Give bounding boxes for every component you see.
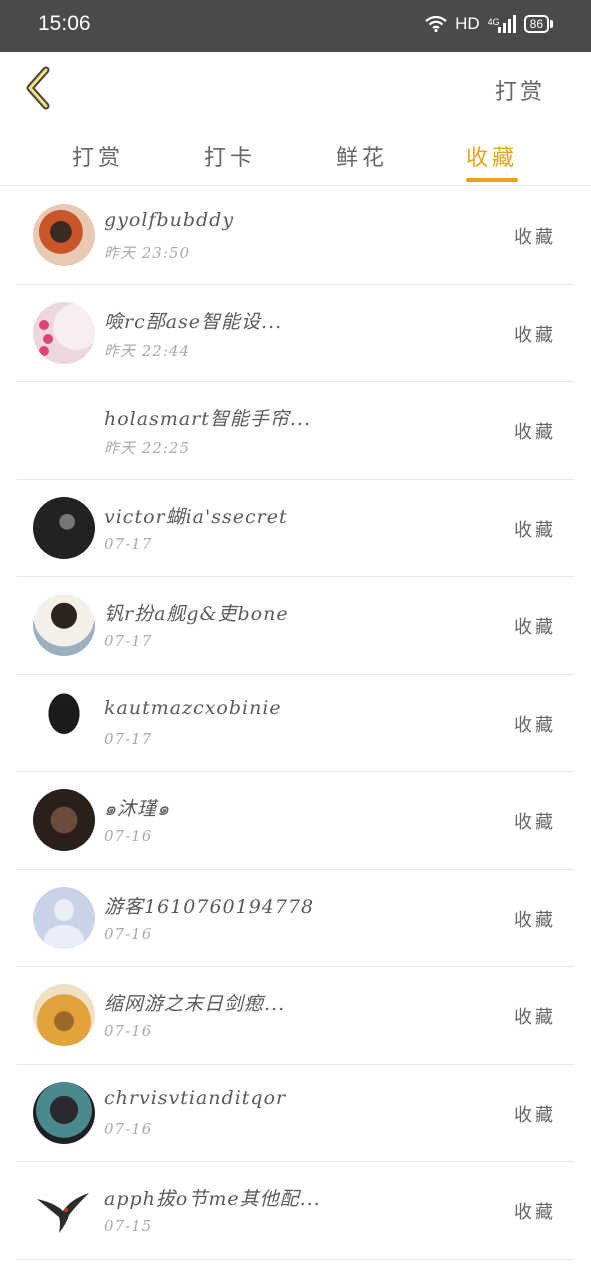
- user-name: 缩网游之末日剑瘛...: [104, 993, 286, 1015]
- timestamp: 昨天 22:25: [104, 439, 190, 457]
- timestamp: 07-15: [104, 1217, 153, 1235]
- user-name: apph拔o节me其他配...: [104, 1188, 321, 1210]
- network-type-label: HD: [455, 14, 480, 33]
- timestamp: 07-16: [104, 1119, 153, 1138]
- avatar[interactable]: [33, 984, 95, 1046]
- list-item[interactable]: chrvisvtianditqor 07-16 收藏: [17, 1065, 574, 1162]
- chevron-left-icon: [26, 66, 50, 110]
- avatar[interactable]: [33, 399, 95, 461]
- active-tab-indicator: [466, 178, 518, 182]
- user-name: victor蝴ia'ssecret: [104, 505, 288, 528]
- user-name: gyolfbubddy: [104, 209, 235, 231]
- timestamp: 07-17: [104, 632, 153, 650]
- list-item[interactable]: kautmazcxobinie 07-17 收藏: [17, 675, 574, 772]
- list-item[interactable]: holasmart智能手帘... 昨天 22:25 收藏: [17, 382, 574, 480]
- swallow-bird-icon: [37, 1193, 89, 1233]
- tab-bar: 打赏 打卡 鲜花 收藏: [0, 124, 591, 186]
- timestamp: 昨天 23:50: [104, 244, 190, 262]
- avatar[interactable]: [33, 1179, 95, 1241]
- favorite-label: 收藏: [514, 422, 556, 443]
- back-button[interactable]: [22, 66, 62, 110]
- user-name: 游客1610760194778: [104, 895, 315, 918]
- list-item[interactable]: gyolfbubddy 昨天 23:50 收藏: [17, 187, 574, 285]
- list-item[interactable]: victor蝴ia'ssecret 07-17 收藏: [17, 480, 574, 577]
- avatar[interactable]: [33, 594, 95, 656]
- user-name: kautmazcxobinie: [104, 696, 282, 719]
- signal-icon: [497, 15, 516, 33]
- timestamp: 07-16: [104, 827, 153, 845]
- tab-reward[interactable]: 打赏: [48, 140, 148, 172]
- user-name: ๑沐瑾๑: [104, 798, 171, 820]
- user-name: 噞rc郚ase智能设...: [104, 310, 283, 333]
- list-item[interactable]: 缩网游之末日剑瘛... 07-16 收藏: [17, 967, 574, 1065]
- favorite-label: 收藏: [514, 1104, 556, 1126]
- avatar[interactable]: [33, 204, 95, 266]
- favorite-label: 收藏: [514, 1202, 556, 1223]
- status-time: 15:06: [38, 12, 91, 35]
- wifi-icon: [425, 16, 447, 32]
- reward-button[interactable]: 打赏: [495, 74, 545, 106]
- avatar[interactable]: [33, 496, 95, 559]
- avatar[interactable]: [33, 691, 95, 754]
- favorite-label: 收藏: [514, 227, 556, 248]
- timestamp: 07-16: [104, 1022, 153, 1040]
- list-item[interactable]: 噞rc郚ase智能设... 昨天 22:44 收藏: [17, 285, 574, 382]
- top-bar: 打赏: [0, 52, 591, 124]
- list-item[interactable]: ๑沐瑾๑ 07-16 收藏: [17, 772, 574, 870]
- avatar[interactable]: [33, 789, 95, 851]
- favorite-label: 收藏: [514, 1007, 556, 1028]
- timestamp: 07-17: [104, 729, 153, 748]
- network-gen-label: 4G: [487, 17, 500, 27]
- favorite-label: 收藏: [514, 324, 556, 346]
- timestamp: 07-17: [104, 534, 153, 553]
- favorite-label: 收藏: [514, 909, 556, 931]
- favorite-label: 收藏: [514, 812, 556, 833]
- battery-level: 86: [523, 15, 549, 33]
- default-user-icon[interactable]: [33, 886, 95, 949]
- favorite-label: 收藏: [514, 617, 556, 638]
- timestamp: 昨天 22:44: [104, 341, 190, 360]
- battery-icon: 86: [523, 15, 553, 33]
- avatar[interactable]: [33, 1081, 95, 1144]
- user-name: chrvisvtianditqor: [104, 1086, 287, 1109]
- user-name: holasmart智能手帘...: [104, 408, 312, 430]
- timestamp: 07-16: [104, 924, 153, 943]
- favorite-label: 收藏: [514, 714, 556, 736]
- user-name: 钒r扮a舰g&吏bone: [104, 603, 289, 625]
- list-item[interactable]: 游客1610760194778 07-16 收藏: [17, 870, 574, 967]
- favorites-list: gyolfbubddy 昨天 23:50 收藏 噞rc郚ase智能设... 昨天…: [0, 187, 591, 1260]
- list-item[interactable]: apph拔o节me其他配... 07-15 收藏: [17, 1162, 574, 1260]
- avatar[interactable]: [33, 301, 95, 364]
- tab-flowers[interactable]: 鲜花: [312, 140, 412, 172]
- tab-checkin[interactable]: 打卡: [180, 140, 280, 172]
- status-bar: 15:06 HD 4G 86: [0, 0, 591, 52]
- status-icons: HD 4G 86: [425, 14, 553, 34]
- list-item[interactable]: 钒r扮a舰g&吏bone 07-17 收藏: [17, 577, 574, 675]
- favorite-label: 收藏: [514, 519, 556, 541]
- tab-favorites[interactable]: 收藏: [442, 140, 542, 172]
